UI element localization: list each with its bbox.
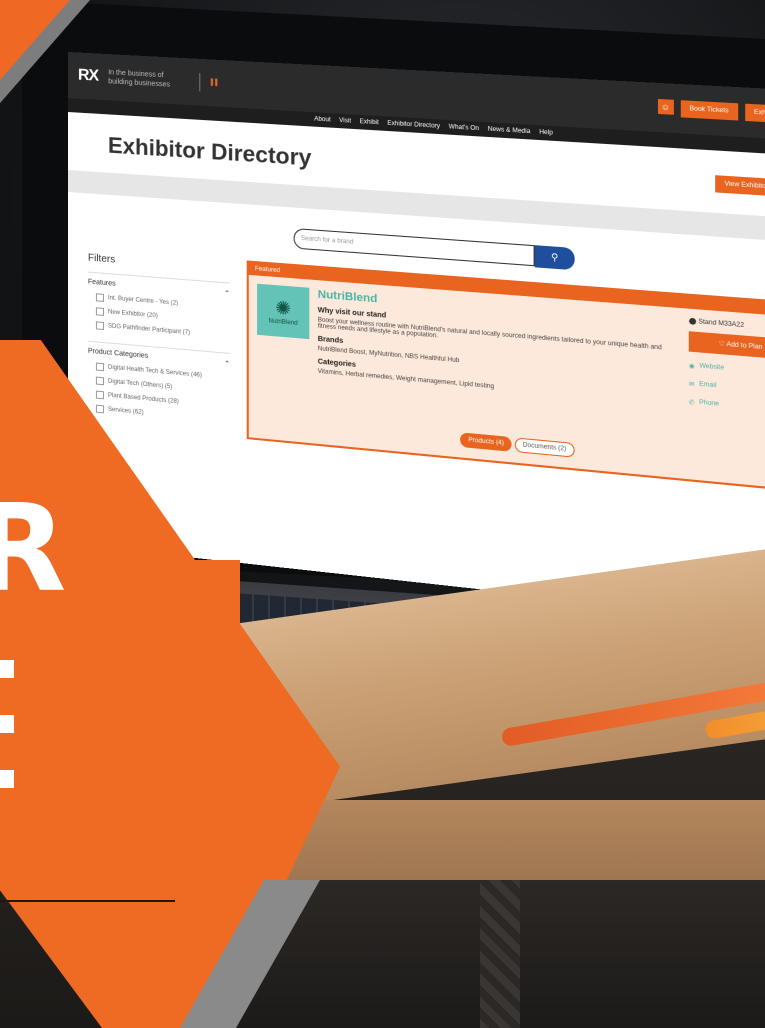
filters-heading: Filters: [87, 252, 116, 266]
globe-icon: ◉: [688, 363, 695, 371]
exhibitor-card: Featured ✺ NutriBlend NutriBlend Why vis…: [246, 260, 765, 493]
view-exhibitors-button[interactable]: View Exhibitors: [715, 175, 765, 197]
filter-option-label: Plant Based Products (28): [107, 392, 179, 406]
directory-body: Filters Features ⌃ Int. Buyer Centre - Ye…: [68, 247, 765, 495]
checkbox[interactable]: [95, 404, 104, 414]
card-main: NutriBlend Why visit our stand Boost you…: [318, 288, 680, 416]
nav-news-media[interactable]: News & Media: [488, 126, 531, 135]
nav-help[interactable]: Help: [539, 129, 553, 136]
white-square: [0, 715, 14, 733]
email-link[interactable]: ✉ Email: [689, 381, 765, 397]
header-divider: [199, 73, 201, 92]
search-icon: ⚲: [550, 251, 559, 263]
filters-panel: Filters Features ⌃ Int. Buyer Centre - Ye…: [87, 248, 231, 438]
chevron-up-icon: ⌃: [224, 290, 231, 298]
white-square: [0, 660, 14, 678]
rx-logo[interactable]: RX: [78, 67, 98, 86]
header-actions: ☺ Book Tickets Exhibitor Enquiry: [657, 98, 765, 125]
checkbox[interactable]: [95, 321, 104, 331]
checkbox[interactable]: [95, 362, 104, 372]
filter-group-categories: Product Categories ⌃ Digital Health Tech …: [87, 340, 231, 438]
tab-documents[interactable]: Documents (2): [514, 437, 575, 458]
white-square: [0, 770, 14, 788]
gear-icon: ✺: [275, 296, 292, 319]
checkbox[interactable]: [95, 293, 104, 302]
filter-group-label: Product Categories: [87, 347, 149, 361]
user-icon[interactable]: ☺: [657, 98, 674, 115]
filter-option-label: SDG Pathfinder Participant (7): [107, 323, 191, 337]
nav-exhibitor-directory[interactable]: Exhibitor Directory: [387, 121, 440, 130]
exhibitor-logo[interactable]: ✺ NutriBlend: [257, 283, 310, 340]
black-rule: [0, 900, 175, 902]
chevron-up-icon: ⌃: [224, 360, 231, 369]
add-to-plan-button[interactable]: ♡ Add to Plan: [688, 331, 765, 361]
page-title: Exhibitor Directory: [107, 132, 312, 171]
search-input[interactable]: Search for a brand: [293, 228, 535, 267]
filter-option-label: Digital Tech (Others) (5): [107, 378, 173, 391]
checkbox[interactable]: [95, 390, 104, 400]
overlay-letter: R: [0, 480, 67, 619]
filter-option-label: Digital Health Tech & Services (46): [107, 364, 202, 379]
tab-products[interactable]: Products (4): [460, 432, 512, 452]
phone-link[interactable]: ✆ Phone: [689, 399, 765, 416]
mail-icon: ✉: [688, 381, 695, 389]
exhibitor-enquiry-button[interactable]: Exhibitor Enquiry: [744, 103, 765, 125]
website-link[interactable]: ◉ Website: [689, 362, 765, 378]
nav-visit[interactable]: Visit: [339, 118, 351, 125]
filter-option-label: New Exhibitor (20): [107, 309, 158, 320]
filter-option-label: Services (62): [107, 406, 144, 417]
card-side: ⬤ Stand M33A22 ♡ Add to Plan ◉ Website ✉ E…: [688, 317, 765, 426]
phone-label: Phone: [699, 399, 720, 408]
stand-info: ⬤ Stand M33A22: [689, 317, 765, 333]
add-to-plan-label: Add to Plan: [726, 341, 763, 352]
filter-group-features: Features ⌃ Int. Buyer Centre - Yes (2) Ne…: [87, 271, 231, 353]
heart-icon: ♡: [718, 341, 727, 349]
nav-exhibit[interactable]: Exhibit: [360, 119, 379, 126]
filter-group-label: Features: [87, 278, 116, 288]
chair-leg: [480, 880, 520, 1028]
filter-option-label: Int. Buyer Centre - Yes (2): [107, 295, 179, 307]
checkbox[interactable]: [95, 307, 104, 316]
search-button[interactable]: ⚲: [534, 245, 575, 271]
event-logo: ▌▌: [210, 79, 220, 87]
nav-whats-on[interactable]: What's On: [449, 124, 479, 132]
logo-text: NutriBlend: [268, 317, 298, 327]
email-label: Email: [699, 381, 717, 390]
stand-number: Stand M33A22: [698, 319, 745, 330]
website-label: Website: [699, 363, 725, 372]
tagline: In the business of building businesses: [108, 69, 170, 89]
nav-about[interactable]: About: [314, 116, 331, 123]
checkbox[interactable]: [95, 376, 104, 386]
book-tickets-button[interactable]: Book Tickets: [680, 100, 738, 121]
phone-icon: ✆: [688, 399, 695, 407]
